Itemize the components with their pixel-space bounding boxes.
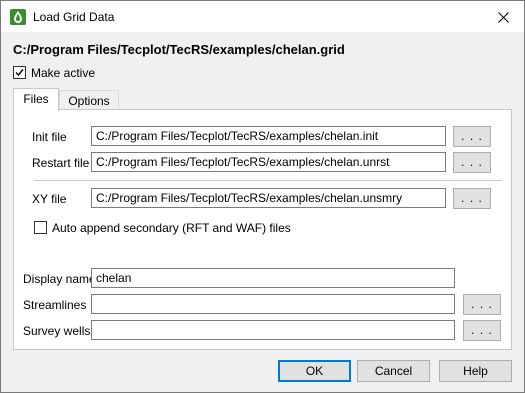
help-button[interactable]: Help [439,360,512,382]
tab-options[interactable]: Options [59,90,119,110]
xy-file-label: XY file [32,192,67,206]
xy-file-browse-button[interactable]: . . . [453,188,491,209]
restart-file-browse-button[interactable]: . . . [453,152,491,173]
close-button[interactable] [488,5,518,29]
auto-append-label: Auto append secondary (RFT and WAF) file… [52,221,291,235]
separator [34,180,502,181]
auto-append-checkbox[interactable] [34,221,47,234]
restart-file-input[interactable]: C:/Program Files/Tecplot/TecRS/examples/… [91,152,446,172]
streamlines-label: Streamlines [23,298,87,312]
streamlines-browse-button[interactable]: . . . [463,294,501,315]
display-name-input[interactable]: chelan [91,268,455,288]
load-grid-data-dialog: Load Grid Data C:/Program Files/Tecplot/… [0,0,525,393]
display-name-label: Display name [23,272,96,286]
window-title: Load Grid Data [33,10,115,24]
checkmark-icon [15,69,24,77]
init-file-browse-button[interactable]: . . . [453,126,491,147]
xy-file-input[interactable]: C:/Program Files/Tecplot/TecRS/examples/… [91,188,446,208]
cancel-button[interactable]: Cancel [357,360,430,382]
streamlines-input[interactable] [91,294,455,314]
ok-button[interactable]: OK [278,360,351,382]
init-file-input[interactable]: C:/Program Files/Tecplot/TecRS/examples/… [91,126,446,146]
survey-wells-input[interactable] [91,320,455,340]
close-icon [497,11,509,23]
survey-wells-label: Survey wells [23,324,91,338]
make-active-label: Make active [31,66,96,80]
tab-files[interactable]: Files [13,88,59,111]
grid-path-heading: C:/Program Files/Tecplot/TecRS/examples/… [13,42,345,57]
init-file-label: Init file [32,130,67,144]
make-active-checkbox[interactable] [13,66,26,79]
tecplot-droplet-icon [10,9,26,25]
title-bar: Load Grid Data [1,1,524,32]
files-tab-panel: Init file C:/Program Files/Tecplot/TecRS… [13,109,512,350]
restart-file-label: Restart file [32,156,90,170]
survey-wells-browse-button[interactable]: . . . [463,320,501,341]
